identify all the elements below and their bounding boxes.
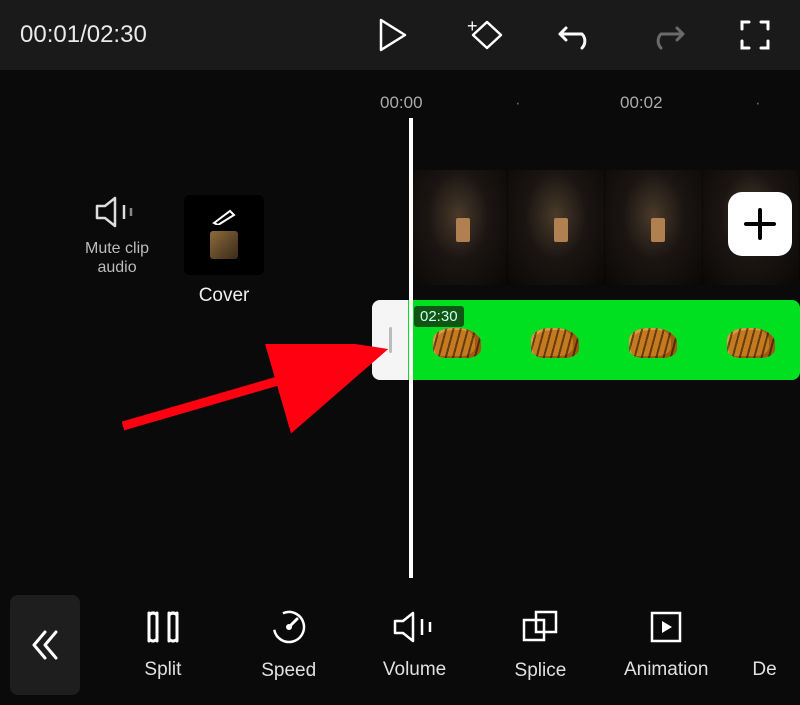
- timeline-ruler[interactable]: 00:00 · 00:02 ·: [370, 88, 800, 118]
- speed-icon: [270, 608, 308, 646]
- volume-label: Volume: [383, 659, 446, 681]
- playhead[interactable]: [409, 118, 413, 578]
- tool-row: Split Speed Volume Splice: [100, 608, 800, 682]
- undo-button[interactable]: [558, 20, 594, 50]
- ruler-tick-1: 00:02: [620, 93, 663, 113]
- delete-label: De: [752, 659, 776, 681]
- ruler-dot: ·: [755, 93, 761, 113]
- speed-label: Speed: [261, 660, 316, 682]
- keyframe-add-button[interactable]: +: [463, 18, 503, 52]
- cover-label: Cover: [199, 285, 250, 308]
- chevron-double-left-icon: [30, 628, 60, 662]
- green-screen-clip[interactable]: 02:30: [408, 300, 800, 380]
- overlay-frame: [604, 300, 702, 380]
- top-controls: +: [378, 18, 780, 52]
- mute-label: Mute clip audio: [85, 239, 149, 277]
- timeline-tracks: [410, 170, 800, 285]
- pencil-icon: [212, 209, 236, 225]
- video-frame: [508, 170, 606, 285]
- speed-tool[interactable]: Speed: [241, 608, 336, 682]
- split-icon: [143, 609, 183, 645]
- overlay-frame: [506, 300, 604, 380]
- fullscreen-button[interactable]: [740, 20, 770, 50]
- left-tools: Mute clip audio Cover: [85, 195, 264, 308]
- timeline-area: Mute clip audio Cover: [0, 170, 800, 410]
- animation-tool[interactable]: Animation: [619, 609, 714, 681]
- ruler-tick-0: 00:00: [380, 93, 423, 113]
- animation-label: Animation: [624, 659, 709, 681]
- clip-trim-handle-left[interactable]: [372, 300, 408, 380]
- video-frame: [605, 170, 703, 285]
- volume-icon: [391, 609, 439, 645]
- split-label: Split: [144, 659, 181, 681]
- overlay-frame: [408, 300, 506, 380]
- top-bar: 00:01/02:30 +: [0, 0, 800, 70]
- cover-thumbnail: [210, 231, 238, 259]
- video-frame: [410, 170, 508, 285]
- splice-tool[interactable]: Splice: [493, 608, 588, 682]
- volume-tool[interactable]: Volume: [367, 609, 462, 681]
- overlay-frame: [702, 300, 800, 380]
- splice-label: Splice: [515, 660, 567, 682]
- plus-icon: [742, 206, 778, 242]
- current-time: 00:01: [20, 21, 80, 48]
- ruler-dot: ·: [515, 93, 521, 113]
- add-clip-button[interactable]: [728, 192, 792, 256]
- mute-clip-audio-button[interactable]: Mute clip audio: [85, 195, 149, 277]
- speaker-icon: [94, 195, 140, 229]
- time-display: 00:01/02:30: [20, 21, 147, 49]
- delete-tool[interactable]: De: [745, 609, 785, 681]
- cover-thumb-box: [184, 195, 264, 275]
- play-button[interactable]: [378, 18, 408, 52]
- redo-button[interactable]: [649, 20, 685, 50]
- cover-button[interactable]: Cover: [184, 195, 264, 308]
- animation-icon: [648, 609, 684, 645]
- back-button[interactable]: [10, 595, 80, 695]
- split-tool[interactable]: Split: [115, 609, 210, 681]
- overlay-track[interactable]: 02:30: [372, 300, 800, 380]
- total-time: 02:30: [87, 21, 147, 48]
- bottom-toolbar: Split Speed Volume Splice: [0, 585, 800, 705]
- splice-icon: [520, 608, 560, 646]
